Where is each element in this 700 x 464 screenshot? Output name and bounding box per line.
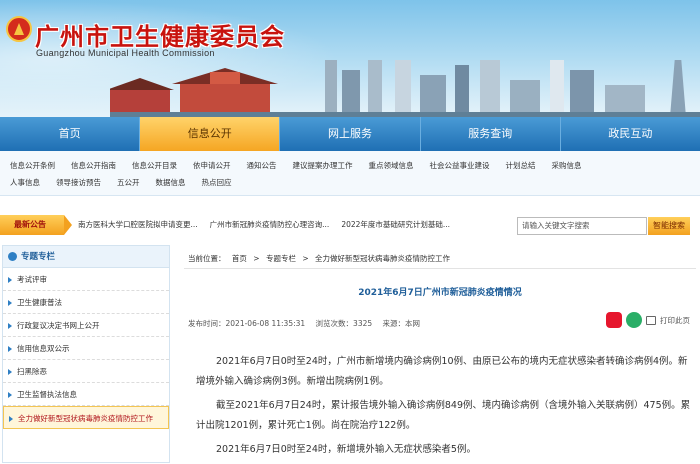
publish-label: 发布时间： [188, 319, 226, 328]
share-bar: 打印此页 [606, 312, 690, 328]
ticker-items: 南方医科大学口腔医院拟申请变更... 广州市新冠肺炎疫情防控心理咨询... 20… [78, 215, 450, 235]
wechat-share-icon[interactable] [626, 312, 642, 328]
nav-interaction[interactable]: 政民互动 [561, 117, 700, 151]
subnav-item[interactable]: 建议提案办理工作 [293, 160, 353, 171]
sidebar-item[interactable]: 信用信息双公示 [3, 337, 169, 360]
article-paragraph: 截至2021年6月7日24时，累计报告境外输入确诊病例849例、境内确诊病例（含… [196, 400, 691, 431]
article-title: 2021年6月7日广州市新冠肺炎疫情情况 [358, 288, 522, 298]
ticker-label: 最新公告 [0, 215, 72, 235]
subnav-item[interactable]: 依申请公开 [193, 160, 231, 171]
print-button[interactable]: 打印此页 [660, 315, 690, 326]
nav-online-service[interactable]: 网上服务 [280, 117, 421, 151]
breadcrumb-item[interactable]: 全力做好新型冠状病毒肺炎疫情防控工作 [315, 254, 450, 263]
sidebar-item[interactable]: 卫生健康普法 [3, 291, 169, 314]
article-body: 2021年6月7日0时至24时，广州市新增境内确诊病例10例、由原已公布的境内无… [196, 352, 692, 464]
ticker-item[interactable]: 南方医科大学口腔医院拟申请变更... [78, 215, 198, 235]
city-skyline-illustration [110, 60, 700, 117]
sidebar-item[interactable]: 卫生监督执法信息 [3, 383, 169, 406]
subnav-item[interactable]: 计划总结 [506, 160, 536, 171]
ticker-item[interactable]: 广州市新冠肺炎疫情防控心理咨询... [210, 215, 330, 235]
views-count: 3325 [353, 319, 373, 328]
breadcrumb-separator: > [302, 254, 309, 263]
sidebar-item[interactable]: 考试评审 [3, 268, 169, 291]
main-nav: 首页 信息公开 网上服务 服务查询 政民互动 [0, 117, 700, 151]
subnav-row-2: 人事信息 领导接访预告 五公开 数据信息 热点回应 [10, 174, 690, 191]
subnav-item[interactable]: 领导接访预告 [56, 177, 101, 188]
subnav-item[interactable]: 热点回应 [202, 177, 232, 188]
breadcrumb-item[interactable]: 专题专栏 [266, 254, 296, 263]
print-icon[interactable] [646, 315, 656, 325]
subnav-item[interactable]: 数据信息 [156, 177, 186, 188]
subnav-item[interactable]: 社会公益事业建设 [430, 160, 490, 171]
sub-nav: 信息公开条例 信息公开指南 信息公开目录 依申请公开 通知公告 建议提案办理工作… [0, 151, 700, 196]
sidebar: 专题专栏 考试评审 卫生健康普法 行政复议决定书网上公开 信用信息双公示 扫黑除… [2, 245, 170, 463]
subnav-row-1: 信息公开条例 信息公开指南 信息公开目录 依申请公开 通知公告 建议提案办理工作… [10, 157, 690, 174]
weibo-share-icon[interactable] [606, 312, 622, 328]
breadcrumb-label: 当前位置： [188, 254, 226, 263]
breadcrumb: 当前位置： 首页 > 专题专栏 > 全力做好新型冠状病毒肺炎疫情防控工作 [184, 249, 696, 269]
sidebar-item[interactable]: 扫黑除恶 [3, 360, 169, 383]
nav-home[interactable]: 首页 [0, 117, 141, 151]
article-paragraph: 2021年6月7日0时至24时，广州市新增境内确诊病例10例、由原已公布的境内无… [196, 356, 688, 387]
subnav-item[interactable]: 五公开 [117, 177, 140, 188]
subnav-item[interactable]: 信息公开目录 [132, 160, 177, 171]
source-label: 来源： [382, 319, 406, 328]
search-input[interactable]: 请输入关键文字搜索 [517, 217, 647, 235]
subnav-item[interactable]: 通知公告 [247, 160, 277, 171]
article-meta: 发布时间：2021-06-08 11:35:31 浏览次数：3325 来源：本网 [188, 318, 428, 329]
breadcrumb-separator: > [253, 254, 260, 263]
subnav-item[interactable]: 采购信息 [552, 160, 582, 171]
sidebar-item[interactable]: 行政复议决定书网上公开 [3, 314, 169, 337]
ticker-item[interactable]: 2022年度市基础研究计划基础... [341, 215, 450, 235]
sidebar-title: 专题专栏 [21, 252, 56, 262]
nav-service-query[interactable]: 服务查询 [421, 117, 561, 151]
search-button[interactable]: 智能搜索 [648, 217, 690, 235]
subnav-item[interactable]: 重点领域信息 [369, 160, 414, 171]
subnav-item[interactable]: 信息公开指南 [71, 160, 116, 171]
site-subtitle: Guangzhou Municipal Health Commission [36, 48, 215, 58]
subnav-item[interactable]: 人事信息 [10, 177, 40, 188]
article-paragraph: 2021年6月7日0时至24时，新增境外输入无症状感染者5例。 [216, 444, 476, 455]
sidebar-bullet-icon [8, 252, 17, 261]
nav-info-disclosure[interactable]: 信息公开 [140, 117, 281, 151]
header-banner: 广州市卫生健康委员会 Guangzhou Municipal Health Co… [0, 0, 700, 117]
site-title[interactable]: 广州市卫生健康委员会 [35, 17, 285, 52]
sidebar-item-active[interactable]: 全力做好新型冠状病毒肺炎疫情防控工作 [3, 406, 169, 429]
subnav-item[interactable]: 信息公开条例 [10, 160, 55, 171]
source-value: 本网 [405, 319, 421, 328]
sidebar-header: 专题专栏 [3, 246, 169, 268]
emblem-icon [6, 16, 32, 42]
breadcrumb-item[interactable]: 首页 [232, 254, 247, 263]
views-label: 浏览次数： [315, 319, 354, 328]
publish-time: 2021-06-08 11:35:31 [225, 319, 306, 328]
